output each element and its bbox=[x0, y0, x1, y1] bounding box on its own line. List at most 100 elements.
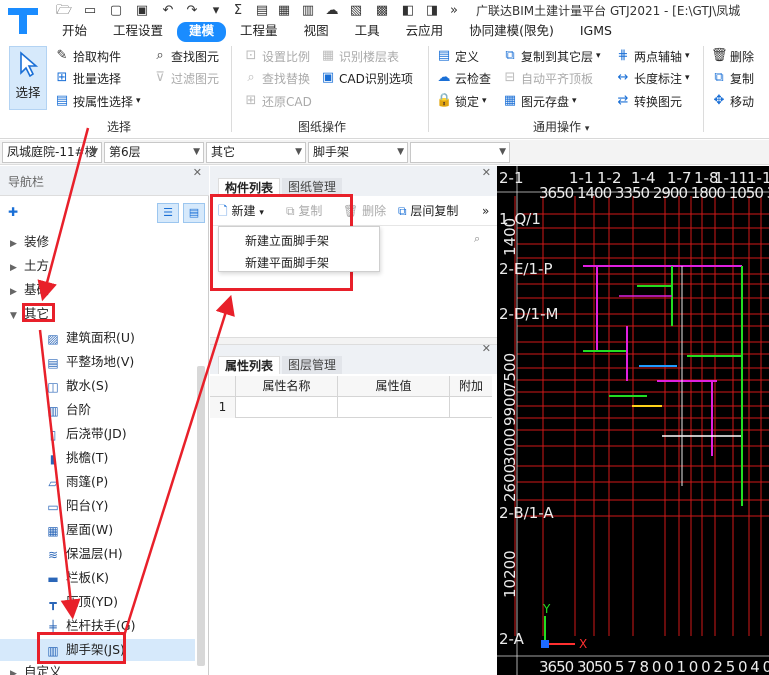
tree-item[interactable]: ▥ 台阶 bbox=[0, 399, 195, 421]
save-icon[interactable]: ▣ bbox=[134, 3, 150, 19]
component-tabs: 构件列表 图纸管理 ✕ bbox=[210, 166, 497, 196]
tree-item-label: 平整场地(V) bbox=[66, 354, 135, 369]
menu-quantity[interactable]: 工程量 bbox=[228, 22, 290, 42]
menu-igms[interactable]: IGMS bbox=[568, 22, 624, 42]
tree-item[interactable]: ▤ 平整场地(V) bbox=[0, 351, 195, 373]
batch-select-button[interactable]: ⊞ 批量选择 bbox=[54, 68, 121, 88]
move-button[interactable]: ✥ 移动 bbox=[711, 91, 754, 111]
new-file-icon[interactable]: ▭ bbox=[82, 3, 98, 19]
cloud-check-button[interactable]: ☁ 云检查 bbox=[436, 68, 492, 88]
open-folder-icon[interactable]: ▢ bbox=[108, 3, 124, 19]
nav-header: 导航栏 ✕ bbox=[0, 166, 209, 196]
tree-item[interactable]: ▮ 挑檐(T) bbox=[0, 447, 195, 469]
tree-item[interactable]: ▬ 栏板(K) bbox=[0, 567, 195, 589]
dropdown-icon[interactable]: ▾ bbox=[208, 3, 224, 19]
tree-item[interactable]: ▨ 建筑面积(U) bbox=[0, 327, 195, 349]
tab-layer-management[interactable]: 图层管理 bbox=[282, 356, 343, 374]
set-scale-label: 设置比例 bbox=[262, 49, 311, 64]
select-by-attr-button[interactable]: ▤ 按属性选择 ▾ bbox=[54, 91, 141, 111]
filter-element-button[interactable]: ⊽ 过滤图元 bbox=[152, 68, 219, 88]
cad-options-button[interactable]: ▣ CAD识别选项 bbox=[320, 68, 413, 88]
open-file-icon[interactable]: 🗁 bbox=[56, 3, 72, 19]
more-icon[interactable]: » bbox=[446, 3, 462, 19]
floor-copy-label: 层间复制 bbox=[410, 204, 459, 218]
additional-cell[interactable] bbox=[450, 397, 492, 418]
tree-item[interactable]: ▯ 后浇带(JD) bbox=[0, 423, 195, 445]
detail-view-icon[interactable]: ▤ bbox=[183, 203, 205, 223]
tree-item[interactable]: ▦ 屋面(W) bbox=[0, 519, 195, 541]
nav-scrollbar[interactable] bbox=[197, 366, 205, 666]
floor-select[interactable]: 第6层 ▼ bbox=[104, 142, 204, 163]
pick-component-button[interactable]: ✎ 拾取构件 bbox=[54, 46, 121, 66]
menu-view[interactable]: 视图 bbox=[292, 22, 341, 42]
find-replace-icon: ⌕ bbox=[247, 70, 255, 85]
cad-canvas[interactable]: 2-1 1-1 1-2 1-4 1-7 1-8 1-11 1-1 3650 14… bbox=[497, 166, 769, 675]
define-button[interactable]: ▤ 定义 bbox=[436, 46, 479, 66]
menu-tools[interactable]: 工具 bbox=[343, 22, 392, 42]
tree-node-foundation[interactable]: ▶ 基础 bbox=[0, 279, 195, 301]
menu-modeling[interactable]: 建模 bbox=[177, 22, 227, 42]
lock-button[interactable]: 🔒 锁定 ▾ bbox=[436, 91, 487, 111]
tree-item[interactable]: ▱ 雨篷(P) bbox=[0, 471, 195, 493]
report-icon[interactable]: ▤ bbox=[254, 3, 270, 19]
extra-select[interactable]: ▼ bbox=[410, 142, 510, 163]
cloud-icon[interactable]: ☁ bbox=[324, 3, 340, 19]
set-scale-button[interactable]: ⊡ 设置比例 bbox=[243, 46, 310, 66]
find-element-button[interactable]: ⌕ 查找图元 bbox=[152, 46, 219, 66]
tree-item[interactable]: ┳ 压顶(YD) bbox=[0, 591, 195, 613]
component-select[interactable]: 脚手架 ▼ bbox=[308, 142, 408, 163]
copy-button[interactable]: ⧉ 复制 bbox=[711, 68, 754, 88]
find-replace-button[interactable]: ⌕ 查找替换 bbox=[243, 68, 310, 88]
filter-icon: ⊽ bbox=[155, 70, 165, 85]
bookmark-icon[interactable]: ◨ bbox=[424, 3, 440, 19]
two-point-axis-button[interactable]: ⋕ 两点辅轴 ▾ bbox=[615, 46, 690, 66]
tree-item[interactable]: ▭ 阳台(Y) bbox=[0, 495, 195, 517]
select-button[interactable]: 选择 bbox=[9, 46, 47, 110]
undo-icon[interactable]: ↶ bbox=[160, 3, 176, 19]
sum-icon[interactable]: Σ bbox=[230, 3, 246, 19]
delete-button[interactable]: 🗑 删除 bbox=[711, 46, 754, 66]
tree-item-label: 散水(S) bbox=[66, 378, 109, 393]
identify-floor-table-button[interactable]: ▦ 识别楼层表 bbox=[320, 46, 399, 66]
tree-item[interactable]: ◫ 散水(S) bbox=[0, 375, 195, 397]
restore-cad-button[interactable]: ⊞ 还原CAD bbox=[243, 91, 312, 111]
tab-property-list[interactable]: 属性列表 bbox=[218, 356, 281, 374]
menu-project-settings[interactable]: 工程设置 bbox=[101, 22, 175, 42]
copy-to-floor-button[interactable]: ⧉ 复制到其它层 ▾ bbox=[502, 46, 600, 66]
add-sparkle-icon[interactable]: ✚ bbox=[8, 205, 18, 219]
auto-align-slab-button[interactable]: ⊟ 自动平齐顶板 bbox=[502, 68, 593, 88]
convert-element-button[interactable]: ⇄ 转换图元 bbox=[615, 91, 682, 111]
copy-between-floors-button[interactable]: ⧉ 层间复制 bbox=[398, 202, 458, 220]
redo-icon[interactable]: ↷ bbox=[184, 3, 200, 19]
tree-item[interactable]: ≋ 保温层(H) bbox=[0, 543, 195, 565]
menu-cloud[interactable]: 云应用 bbox=[394, 22, 456, 42]
search-icon[interactable]: ⌕ bbox=[474, 232, 480, 246]
more-icon[interactable]: » bbox=[482, 202, 489, 220]
menu-item-new-plan-scaffold[interactable]: 新建平面脚手架 bbox=[245, 254, 329, 271]
panel-splitter[interactable] bbox=[210, 337, 497, 345]
panel-icon[interactable]: ▧ bbox=[348, 3, 364, 19]
grid-icon[interactable]: ▦ bbox=[276, 3, 292, 19]
length-dimension-button[interactable]: ↔ 长度标注 ▾ bbox=[615, 68, 690, 88]
menu-start[interactable]: 开始 bbox=[50, 22, 99, 42]
calc-icon[interactable]: ▩ bbox=[374, 3, 390, 19]
category-select[interactable]: 其它 ▼ bbox=[206, 142, 306, 163]
menu-collab[interactable]: 协同建模(限免) bbox=[457, 22, 566, 42]
list-view-icon[interactable]: ☰ bbox=[157, 203, 179, 223]
property-value-cell[interactable] bbox=[338, 397, 450, 418]
floor-copy-icon: ⧉ bbox=[398, 204, 407, 218]
view-icon[interactable]: ◧ bbox=[400, 3, 416, 19]
menu-item-new-elevation-scaffold[interactable]: 新建立面脚手架 bbox=[245, 232, 329, 249]
tree-node-earthwork[interactable]: ▶ 土方 bbox=[0, 255, 195, 277]
property-name-cell[interactable] bbox=[236, 397, 338, 418]
project-select[interactable]: 凤城庭院-11#楼 ▼ bbox=[2, 142, 102, 163]
table-row[interactable]: 1 bbox=[210, 397, 492, 418]
close-icon[interactable]: ✕ bbox=[482, 166, 491, 179]
align-icon: ⊟ bbox=[504, 70, 516, 85]
copy-icon: ⧉ bbox=[714, 70, 724, 85]
close-icon[interactable]: ✕ bbox=[193, 166, 202, 179]
tree-node-decoration[interactable]: ▶ 装修 bbox=[0, 231, 195, 253]
save-element-button[interactable]: ▦ 图元存盘 ▾ bbox=[502, 91, 577, 111]
layout-icon[interactable]: ▥ bbox=[300, 3, 316, 19]
component-select-value: 脚手架 bbox=[313, 145, 350, 159]
